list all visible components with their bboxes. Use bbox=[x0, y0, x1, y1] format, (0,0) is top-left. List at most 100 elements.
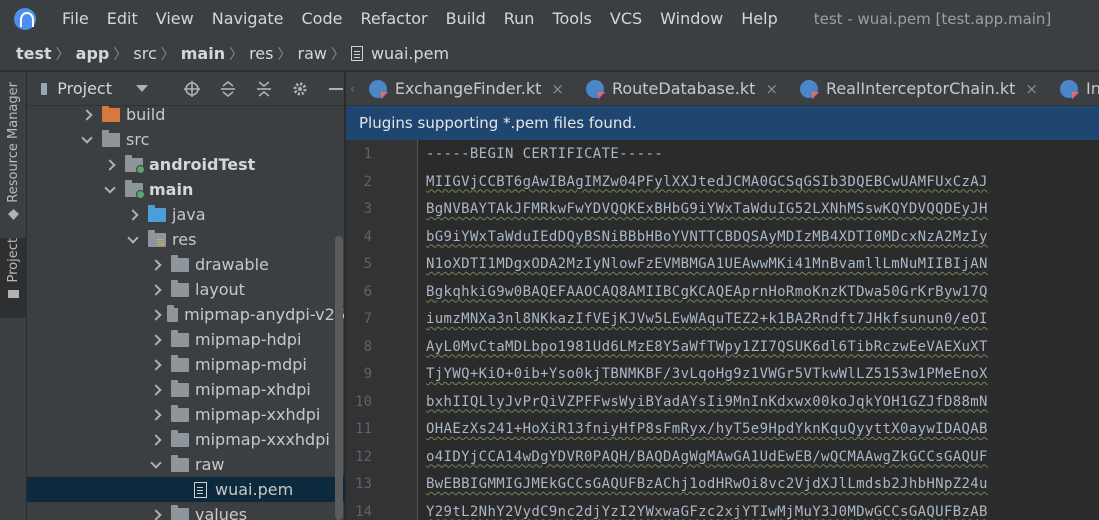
expand-all-icon[interactable] bbox=[220, 80, 236, 97]
menu-code[interactable]: Code bbox=[294, 9, 353, 28]
tree-item-java[interactable]: java bbox=[27, 202, 345, 227]
tree-item-mipmap-xhdpi[interactable]: mipmap-xhdpi bbox=[27, 377, 345, 402]
android-studio-logo-icon[interactable] bbox=[14, 7, 36, 30]
code-line[interactable]: iumzMNXa3nl8NKkazIfVEjKJVw5LEwWAquTEZ2+k… bbox=[426, 311, 988, 327]
tree-item-androidtest[interactable]: androidTest bbox=[27, 152, 345, 177]
chevron-right-icon[interactable] bbox=[151, 310, 157, 320]
breadcrumb-res[interactable]: res bbox=[249, 44, 273, 63]
code-line[interactable]: OHAEzXs241+HoXiR13fniyHfP8sFmRyx/hyT5e9H… bbox=[426, 421, 988, 437]
tree-item-mipmap-xxhdpi[interactable]: mipmap-xxhdpi bbox=[27, 402, 345, 427]
chevron-right-icon[interactable] bbox=[151, 285, 161, 295]
line-number: 7 bbox=[363, 311, 372, 327]
tab-realinterceptorchain[interactable]: RealInterceptorChain.kt × bbox=[786, 72, 1046, 105]
tree-item-mipmap-anydpi-v26[interactable]: mipmap-anydpi-v26 bbox=[27, 302, 345, 327]
tree-item-label: values bbox=[195, 505, 248, 520]
breadcrumb-separator-icon: 〉 bbox=[277, 46, 292, 63]
code-line[interactable]: bxhIIQLlyJvPrQiVZPFFwsWyiBYadAYsIi9MnInK… bbox=[426, 394, 988, 410]
chevron-right-icon[interactable] bbox=[151, 410, 161, 420]
gear-icon[interactable] bbox=[292, 81, 308, 97]
code-area[interactable]: 1 2 3 4 5 6 7 8 9 10 11 12 13 14 -----BE… bbox=[346, 140, 1099, 520]
breadcrumb-project[interactable]: test bbox=[16, 44, 52, 63]
tree-item-main[interactable]: main bbox=[27, 177, 345, 202]
tree-item-label: mipmap-mdpi bbox=[195, 355, 307, 374]
chevron-right-icon[interactable] bbox=[151, 510, 161, 520]
collapse-all-icon[interactable] bbox=[256, 80, 272, 97]
menu-navigate[interactable]: Navigate bbox=[204, 9, 294, 28]
menu-run[interactable]: Run bbox=[496, 9, 545, 28]
code-line[interactable]: N1oXDTI1MDgxODA2MzIyNlowFzEVMBMGA1UEAwwM… bbox=[426, 256, 988, 272]
tab-interceptor[interactable]: Interceptor bbox=[1046, 72, 1099, 105]
breadcrumb-file[interactable]: wuai.pem bbox=[371, 44, 449, 63]
locate-file-icon[interactable] bbox=[184, 80, 200, 97]
tab-routedatabase[interactable]: RouteDatabase.kt × bbox=[572, 72, 786, 105]
code-line[interactable]: MIIGVjCCBT6gAwIBAgIMZw04PFylXXJtedJCMA0G… bbox=[426, 174, 988, 190]
tree-item-label: src bbox=[126, 130, 150, 149]
code-line[interactable]: Y29tL2NhY2VydC9nc2djYzI2YWxwaGFzc2xjYTIw… bbox=[426, 504, 988, 520]
code-line[interactable]: TjYWQ+KiO+0ib+Yso0kjTBNMKBF/3vLqoHg9z1VW… bbox=[426, 366, 988, 382]
breadcrumb-raw[interactable]: raw bbox=[297, 44, 326, 63]
chevron-right-icon[interactable] bbox=[151, 385, 161, 395]
tree-scrollbar[interactable] bbox=[335, 236, 343, 520]
close-icon[interactable]: × bbox=[551, 80, 564, 98]
tree-item-src[interactable]: src bbox=[27, 127, 345, 152]
tree-item-raw[interactable]: raw bbox=[27, 452, 345, 477]
chevron-down-icon[interactable] bbox=[82, 135, 92, 145]
tree-item-mipmap-mdpi[interactable]: mipmap-mdpi bbox=[27, 352, 345, 377]
chevron-right-icon[interactable] bbox=[82, 110, 92, 120]
project-panel-title[interactable]: Project bbox=[57, 79, 112, 98]
breadcrumb-separator-icon: 〉 bbox=[113, 46, 128, 63]
breadcrumb-src[interactable]: src bbox=[133, 44, 156, 63]
project-tool-tab[interactable]: Project bbox=[0, 238, 27, 318]
code-line[interactable]: BwEBBIGMMIGJMEkGCCsGAQUFBzAChj1odHRwOi8v… bbox=[426, 476, 988, 492]
tree-item-label: java bbox=[172, 205, 206, 224]
code-line[interactable]: BgkqhkiG9w0BAQEFAAOCAQ8AMIIBCgKCAQEAprnH… bbox=[426, 284, 988, 300]
chevron-down-icon[interactable] bbox=[105, 185, 115, 195]
tree-item-res[interactable]: res bbox=[27, 227, 345, 252]
project-tree: build src androidTest main java res draw… bbox=[27, 106, 345, 520]
menu-window[interactable]: Window bbox=[652, 9, 733, 28]
menu-build[interactable]: Build bbox=[438, 9, 496, 28]
chevron-down-icon[interactable] bbox=[128, 235, 138, 245]
tree-item-label: build bbox=[126, 106, 166, 124]
folder-icon bbox=[171, 354, 189, 372]
menu-help[interactable]: Help bbox=[733, 9, 787, 28]
close-icon[interactable]: × bbox=[1025, 80, 1038, 98]
code-line[interactable]: -----BEGIN CERTIFICATE----- bbox=[426, 146, 663, 162]
code-line[interactable]: o4IDYjCCA14wDgYDVR0PAQH/BAQDAgWgMAwGA1Ud… bbox=[426, 449, 988, 465]
code-line[interactable]: BgNVBAYTAkJFMRkwFwYDVQQKExBHbG9iYWxTaWdu… bbox=[426, 201, 988, 217]
chevron-right-icon[interactable] bbox=[105, 160, 115, 170]
close-icon[interactable]: × bbox=[765, 80, 778, 98]
folder-icon bbox=[171, 329, 189, 347]
tab-label: RouteDatabase.kt bbox=[611, 79, 756, 98]
breadcrumb-module[interactable]: app bbox=[76, 44, 110, 63]
tree-item-mipmap-hdpi[interactable]: mipmap-hdpi bbox=[27, 327, 345, 352]
chevron-right-icon[interactable] bbox=[151, 360, 161, 370]
tree-item-layout[interactable]: layout bbox=[27, 277, 345, 302]
hide-panel-icon[interactable] bbox=[328, 81, 344, 97]
chevron-right-icon[interactable] bbox=[128, 210, 138, 220]
tree-item-drawable[interactable]: drawable bbox=[27, 252, 345, 277]
code-line[interactable]: bG9iYWxTaWduIEdDQyBSNiBBbHBoYVNTTCBDQSAy… bbox=[426, 229, 988, 245]
tree-item-mipmap-xxxhdpi[interactable]: mipmap-xxxhdpi bbox=[27, 427, 345, 452]
chevron-down-icon[interactable] bbox=[151, 460, 161, 470]
breadcrumb-main[interactable]: main bbox=[181, 44, 225, 63]
menu-file[interactable]: File bbox=[54, 9, 99, 28]
menu-refactor[interactable]: Refactor bbox=[352, 9, 437, 28]
resource-manager-tab[interactable]: Resource Manager bbox=[0, 82, 27, 232]
chevron-right-icon[interactable] bbox=[151, 435, 161, 445]
tab-exchangefinder[interactable]: ExchangeFinder.kt × bbox=[355, 72, 572, 105]
menu-edit[interactable]: Edit bbox=[99, 9, 148, 28]
tree-item-build[interactable]: build bbox=[27, 106, 345, 127]
menu-view[interactable]: View bbox=[148, 9, 204, 28]
resource-manager-label: Resource Manager bbox=[6, 82, 21, 203]
tree-item-wuai-pem[interactable]: wuai.pem bbox=[27, 477, 345, 502]
menu-tools[interactable]: Tools bbox=[544, 9, 601, 28]
tree-item-values[interactable]: values bbox=[27, 502, 345, 520]
code-line[interactable]: AyL0MvCtaMDLbpo1981Ud6LMzE8Y5aWfTWpy1ZI7… bbox=[426, 339, 988, 355]
chevron-down-icon[interactable] bbox=[136, 85, 148, 92]
chevron-right-icon[interactable] bbox=[151, 335, 161, 345]
project-panel-header: Project bbox=[27, 72, 344, 106]
menu-vcs[interactable]: VCS bbox=[602, 9, 652, 28]
tree-item-label: mipmap-anydpi-v26 bbox=[184, 305, 345, 324]
chevron-right-icon[interactable] bbox=[151, 260, 161, 270]
